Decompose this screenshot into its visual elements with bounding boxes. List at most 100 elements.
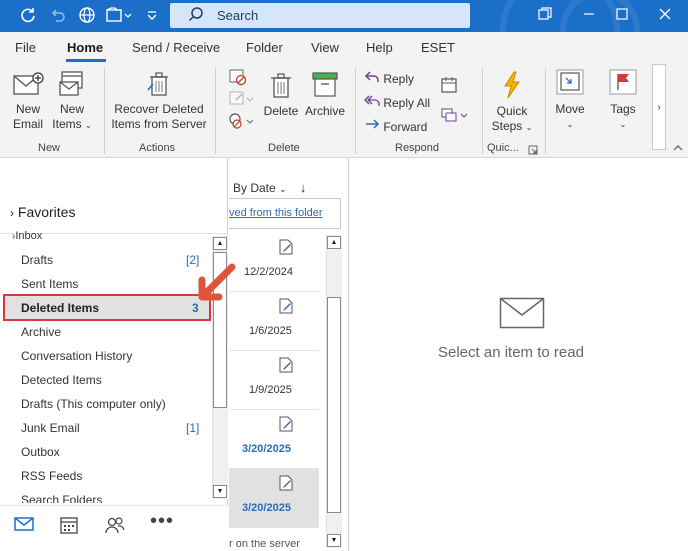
delete-button[interactable]: Delete xyxy=(262,70,300,119)
folder-sent-items[interactable]: Sent Items xyxy=(21,277,78,291)
tab-home[interactable]: Home xyxy=(67,40,103,55)
customize-icon[interactable] xyxy=(142,6,162,26)
dialog-launcher-icon[interactable] xyxy=(528,144,538,158)
folder-count: [1] xyxy=(186,421,200,435)
server-notice-bottom: r on the server xyxy=(229,540,300,550)
tab-file[interactable]: File xyxy=(15,40,36,55)
search-box[interactable]: Search xyxy=(170,3,470,28)
reply-all-icon xyxy=(364,95,380,110)
close-icon[interactable] xyxy=(655,6,675,27)
meeting-icon[interactable] xyxy=(440,76,458,97)
folder-inbox[interactable]: ›Inbox xyxy=(12,230,42,240)
archive-button[interactable]: Archive xyxy=(302,70,348,119)
archive-icon xyxy=(310,70,340,104)
scroll-up-arrow[interactable]: ▲ xyxy=(327,236,341,249)
folder-outbox[interactable]: Outbox xyxy=(21,445,60,459)
recover-label-1: Recover Deleted xyxy=(114,102,204,116)
recover-deleted-button[interactable]: Recover Deleted Items from Server xyxy=(108,70,210,132)
annotation-arrow-icon xyxy=(198,262,238,305)
ribbon-separator xyxy=(215,68,216,154)
favorites-header[interactable]: › Favorites xyxy=(10,204,75,220)
navigation-bar: ••• xyxy=(0,505,228,551)
calendar-icon[interactable] xyxy=(60,516,78,539)
clean-up-icon[interactable] xyxy=(228,90,254,111)
scroll-up-arrow[interactable]: ▲ xyxy=(213,237,227,250)
message-date: 1/6/2025 xyxy=(249,325,292,337)
folder-search-folders[interactable]: Search Folders xyxy=(21,493,102,503)
move-button[interactable]: Move ⌄ xyxy=(550,68,590,132)
message-date: 12/2/2024 xyxy=(244,266,293,278)
flag-icon xyxy=(607,68,639,102)
ribbon-separator xyxy=(545,68,546,154)
folder-deleted-items[interactable]: Deleted Items xyxy=(21,301,99,315)
server-items-notice: ved from this folder xyxy=(229,198,341,229)
group-label-respond: Respond xyxy=(395,142,440,154)
quick-steps-button[interactable]: Quick Steps ⌄ xyxy=(488,70,536,135)
tags-button[interactable]: Tags ⌄ xyxy=(603,68,643,132)
favorites-label: Favorites xyxy=(17,204,76,220)
folder-options-icon[interactable] xyxy=(104,6,134,26)
folder-archive[interactable]: Archive xyxy=(21,325,61,339)
restore-icon[interactable] xyxy=(535,6,555,27)
folder-junk-email[interactable]: Junk Email xyxy=(21,421,80,435)
new-items-icon xyxy=(56,70,88,102)
reply-all-button[interactable]: Reply All xyxy=(364,94,430,110)
new-items-button[interactable]: New Items ⌄ xyxy=(50,70,94,133)
ribbon-separator xyxy=(355,68,356,154)
draft-message-icon xyxy=(279,416,293,435)
undo-icon[interactable] xyxy=(48,6,68,26)
mail-icon[interactable] xyxy=(14,516,34,537)
group-label-quick-steps: Quic... xyxy=(487,142,519,154)
message-date: 3/20/2025 xyxy=(242,502,291,514)
folder-detected-items[interactable]: Detected Items xyxy=(21,373,102,387)
message-item[interactable]: 1/6/2025 xyxy=(229,292,319,351)
minimize-icon[interactable] xyxy=(579,6,599,27)
tab-folder[interactable]: Folder xyxy=(246,40,283,55)
message-item[interactable]: 3/20/2025 xyxy=(229,410,319,469)
tab-eset[interactable]: ESET xyxy=(421,40,455,55)
tab-help[interactable]: Help xyxy=(366,40,393,55)
scroll-down-arrow[interactable]: ▼ xyxy=(213,485,227,498)
junk-icon[interactable] xyxy=(228,112,254,133)
lightning-icon xyxy=(499,70,525,104)
globe-icon[interactable] xyxy=(77,6,97,26)
new-email-label-2: Email xyxy=(12,117,43,131)
forward-button[interactable]: Forward xyxy=(364,118,427,134)
maximize-icon[interactable] xyxy=(612,6,632,27)
draft-message-icon xyxy=(279,239,293,258)
search-icon xyxy=(188,6,204,26)
folder-rss-feeds[interactable]: RSS Feeds xyxy=(21,469,82,483)
tab-view[interactable]: View xyxy=(311,40,339,55)
more-icon[interactable]: ••• xyxy=(150,510,174,533)
message-item[interactable]: 1/9/2025 xyxy=(229,351,319,410)
people-icon[interactable] xyxy=(104,516,126,539)
tags-dropdown-icon: ⌄ xyxy=(619,120,627,129)
reply-button[interactable]: Reply xyxy=(364,70,414,86)
message-item-selected[interactable]: 3/20/2025 xyxy=(229,469,319,528)
ribbon-scroll[interactable]: › xyxy=(652,64,666,150)
folder-drafts[interactable]: Drafts xyxy=(21,253,53,267)
sync-icon[interactable] xyxy=(18,6,38,26)
draft-message-icon xyxy=(279,298,293,317)
ribbon: New Email New Items ⌄ New Recover Delete… xyxy=(0,62,688,158)
sort-by-date[interactable]: By Date ⌄ ↓ xyxy=(233,180,306,195)
tab-send-receive[interactable]: Send / Receive xyxy=(132,40,220,55)
scroll-thumb[interactable] xyxy=(327,297,341,513)
scroll-down-arrow[interactable]: ▼ xyxy=(327,534,341,547)
message-item[interactable]: 12/2/2024 xyxy=(229,233,319,292)
empty-reading-pane-text: Select an item to read xyxy=(438,344,584,361)
group-label-delete: Delete xyxy=(268,142,300,154)
collapse-ribbon-icon[interactable] xyxy=(672,142,684,156)
folder-drafts-local[interactable]: Drafts (This computer only) xyxy=(21,397,166,411)
delete-label: Delete xyxy=(263,104,299,118)
new-items-label-1: New xyxy=(59,102,84,116)
new-email-button[interactable]: New Email xyxy=(8,70,48,132)
folder-conversation-history[interactable]: Conversation History xyxy=(21,349,132,363)
sort-direction-icon[interactable]: ↓ xyxy=(300,180,307,195)
reply-icon xyxy=(364,71,380,86)
ignore-icon[interactable] xyxy=(228,68,248,89)
tags-label: Tags xyxy=(610,102,636,116)
server-items-link[interactable]: ved from this folder xyxy=(229,207,323,219)
quick-steps-label-2: Steps ⌄ xyxy=(491,119,533,133)
more-respond-icon[interactable] xyxy=(440,106,470,127)
